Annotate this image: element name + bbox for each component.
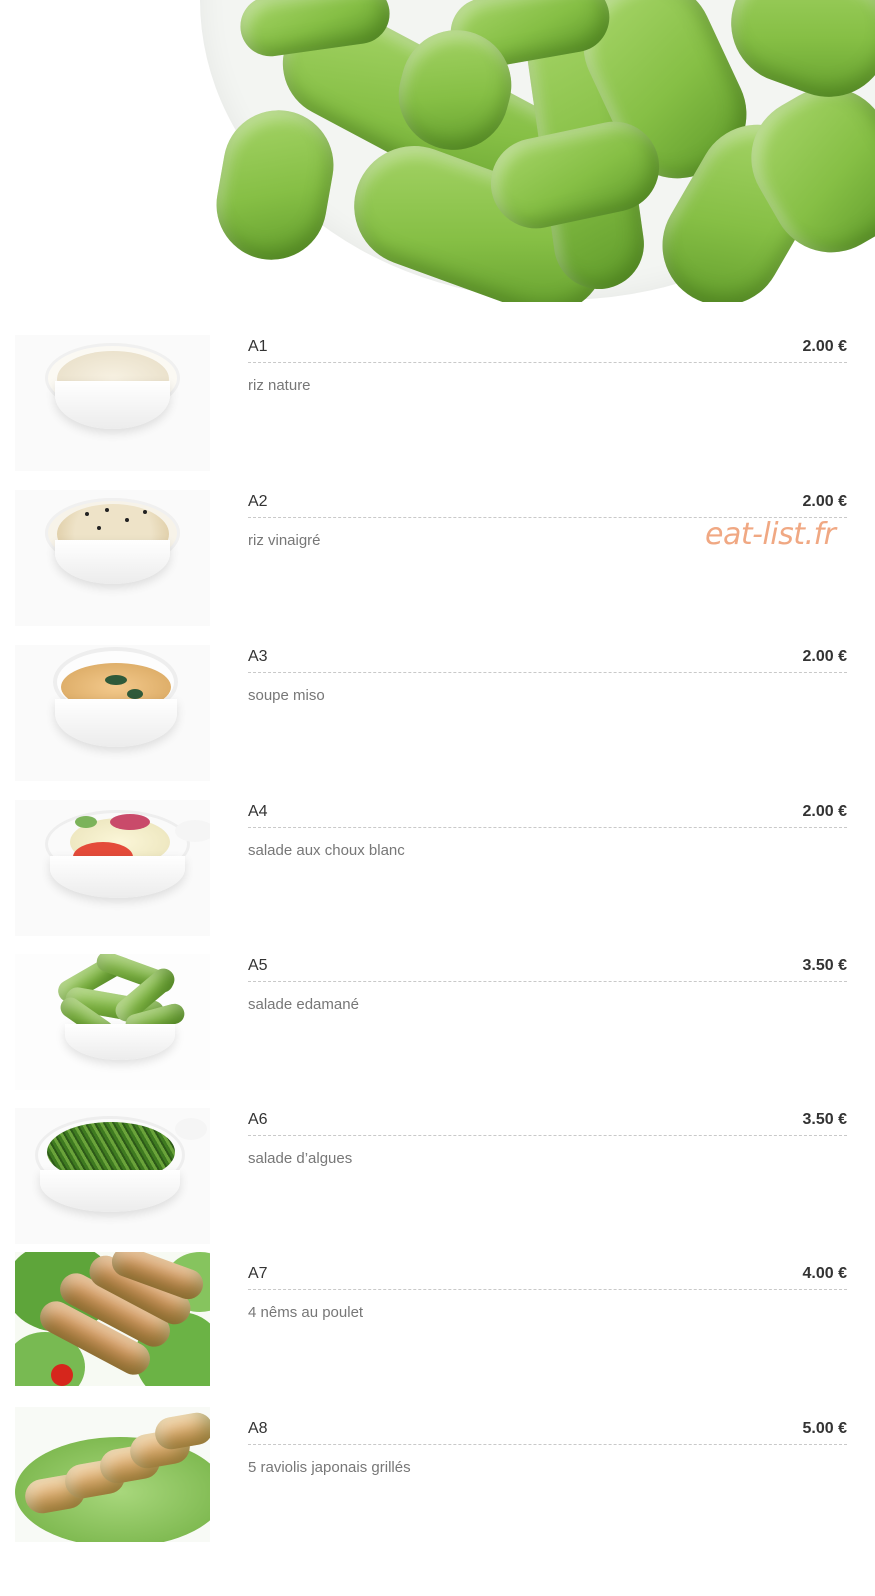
divider (248, 672, 847, 673)
plain-rice-image (15, 335, 210, 471)
item-description: salade aux choux blanc (248, 842, 405, 859)
list-item[interactable]: A8 5.00 € 5 raviolis japonais grillés (0, 1407, 875, 1557)
list-item[interactable]: A5 3.50 € salade edamané (0, 954, 875, 1094)
divider (248, 362, 847, 363)
list-item[interactable]: A2 2.00 € riz vinaigré (0, 490, 875, 630)
list-item[interactable]: A4 2.00 € salade aux choux blanc (0, 800, 875, 940)
item-description: riz nature (248, 377, 311, 394)
divider (248, 1289, 847, 1290)
divider (248, 1135, 847, 1136)
item-description: 4 nêms au poulet (248, 1304, 364, 1321)
list-item[interactable]: A1 2.00 € riz nature (0, 335, 875, 475)
item-code: A5 (248, 957, 268, 974)
item-code: A8 (248, 1420, 268, 1437)
item-price: 3.50 € (802, 1111, 847, 1128)
item-description: riz vinaigré (248, 532, 321, 549)
item-description: soupe miso (248, 687, 325, 704)
seaweed-salad-image (15, 1108, 210, 1244)
item-price: 2.00 € (802, 493, 847, 510)
divider (248, 981, 847, 982)
item-code: A2 (248, 493, 268, 510)
item-price: 5.00 € (802, 1420, 847, 1437)
divider (248, 827, 847, 828)
gyoza-image (15, 1407, 210, 1542)
hero-image (200, 0, 875, 302)
item-price: 2.00 € (802, 648, 847, 665)
miso-soup-image (15, 645, 210, 781)
cabbage-salad-image (15, 800, 210, 936)
item-price: 4.00 € (802, 1265, 847, 1282)
item-description: 5 raviolis japonais grillés (248, 1459, 411, 1476)
item-price: 2.00 € (802, 338, 847, 355)
item-code: A1 (248, 338, 268, 355)
list-item[interactable]: A6 3.50 € salade d’algues (0, 1108, 875, 1248)
item-code: A3 (248, 648, 268, 665)
item-price: 2.00 € (802, 803, 847, 820)
vinegared-rice-image (15, 490, 210, 626)
list-item[interactable]: A3 2.00 € soupe miso (0, 645, 875, 785)
item-price: 3.50 € (802, 957, 847, 974)
divider (248, 1444, 847, 1445)
spring-rolls-image (15, 1252, 210, 1386)
item-code: A4 (248, 803, 268, 820)
item-code: A7 (248, 1265, 268, 1282)
item-code: A6 (248, 1111, 268, 1128)
edamame-salad-image (15, 954, 210, 1090)
divider (248, 517, 847, 518)
item-description: salade edamané (248, 996, 359, 1013)
list-item[interactable]: A7 4.00 € 4 nêms au poulet (0, 1252, 875, 1402)
item-description: salade d’algues (248, 1150, 353, 1167)
